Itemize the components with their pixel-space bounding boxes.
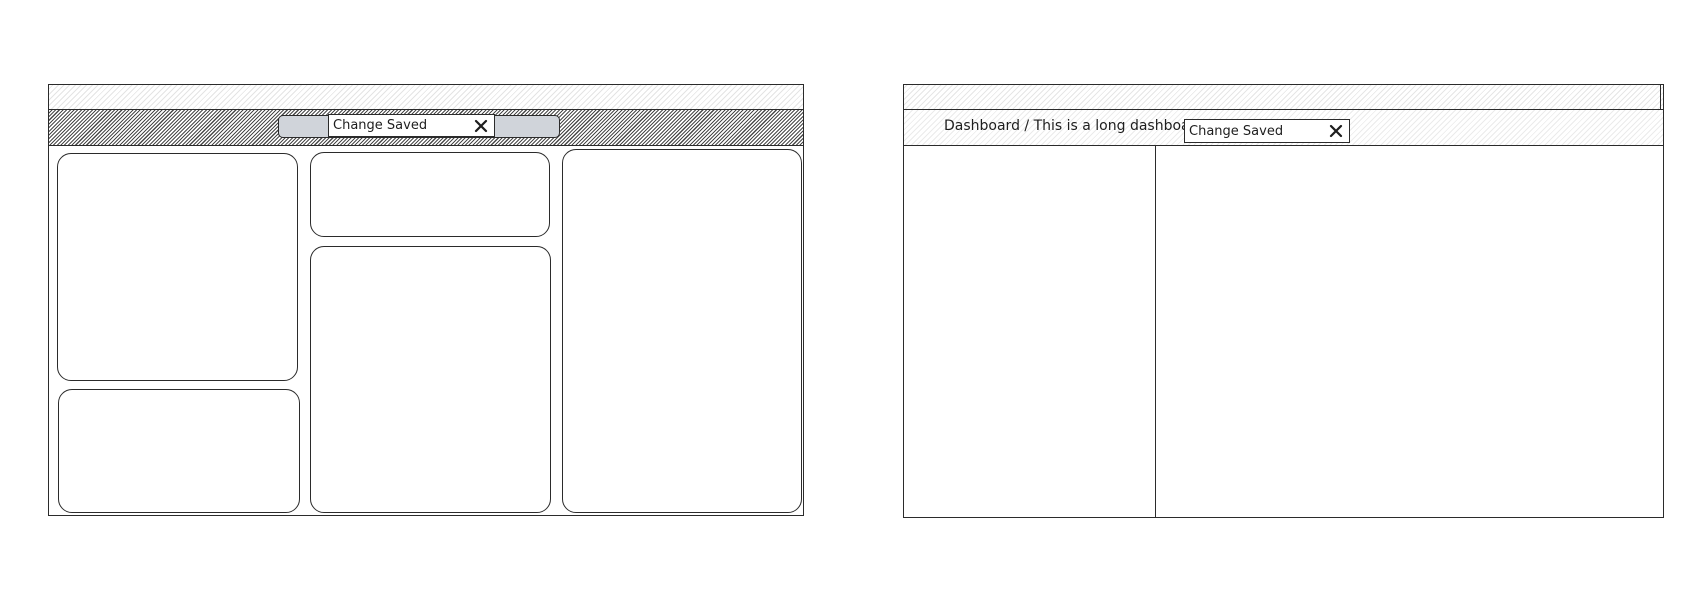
close-icon[interactable] [1327, 122, 1345, 140]
toast-notification: Change Saved [1184, 119, 1350, 143]
toast-message: Change Saved [333, 118, 428, 133]
dashboard-card [562, 149, 802, 513]
toast-notification: Change Saved [328, 114, 495, 137]
sidebar-panel [904, 146, 1156, 517]
wireframe-grid-dashboard: Change Saved [48, 84, 804, 516]
main-content-area [1156, 146, 1663, 517]
dashboard-card [57, 153, 298, 381]
dashboard-card [310, 246, 551, 513]
titlebar-divider [1660, 85, 1661, 110]
dashboard-card [310, 152, 550, 237]
window-titlebar [904, 85, 1663, 110]
toolbar: Change Saved [49, 110, 803, 146]
close-icon[interactable] [472, 117, 490, 135]
window-titlebar [49, 85, 803, 110]
breadcrumb-bar: Dashboard / This is a long dashboard nam… [904, 110, 1663, 146]
toast-message: Change Saved [1189, 123, 1284, 139]
dashboard-card [58, 389, 300, 513]
wireframe-sidebar-dashboard: Dashboard / This is a long dashboard nam… [903, 84, 1664, 518]
